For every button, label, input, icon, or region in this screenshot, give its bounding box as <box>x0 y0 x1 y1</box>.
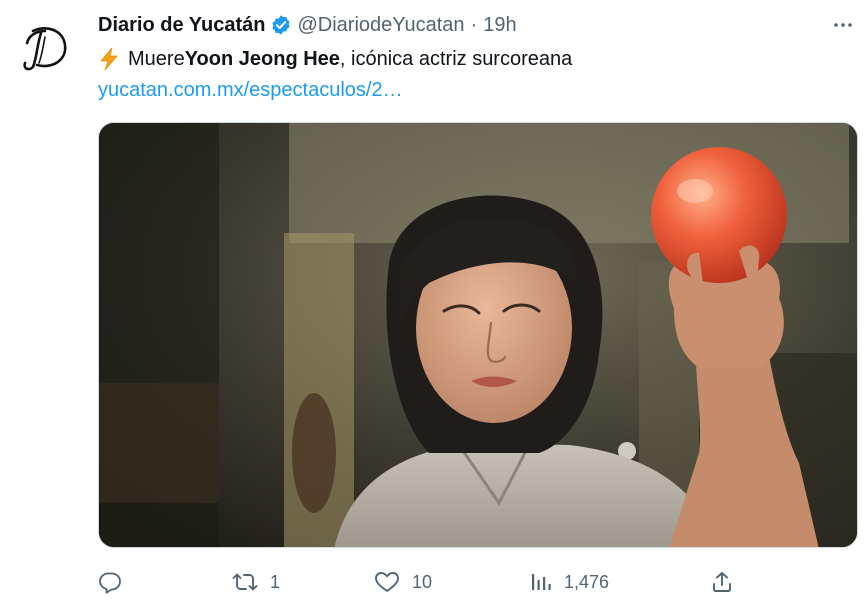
more-options-button[interactable] <box>830 12 856 38</box>
tweet-photo[interactable] <box>98 122 858 548</box>
tweet-text-part2: , icónica actriz surcoreana <box>339 47 573 70</box>
tweet-text-part1: Muere <box>128 47 185 70</box>
avatar[interactable] <box>12 14 78 80</box>
heart-icon <box>374 570 400 594</box>
views-icon <box>530 570 552 594</box>
photo-illustration <box>99 123 857 547</box>
like-button[interactable]: 10 <box>374 566 432 598</box>
diario-logo-icon <box>23 27 67 71</box>
views-count: 1,476 <box>564 571 610 592</box>
retweet-icon <box>232 570 258 594</box>
more-icon <box>834 23 852 27</box>
high-voltage-icon <box>98 47 120 71</box>
tweet-card[interactable]: Diario de Yucatán @DiariodeYucatan · 19h… <box>0 0 868 601</box>
tweet-header: Diario de Yucatán @DiariodeYucatan · 19h <box>98 10 517 40</box>
display-name[interactable]: Diario de Yucatán <box>98 14 265 37</box>
views-button[interactable]: 1,476 <box>530 566 609 598</box>
verified-badge-icon <box>270 14 292 36</box>
reply-button[interactable] <box>98 566 134 598</box>
separator-dot: · <box>470 13 478 36</box>
author-handle[interactable]: @DiariodeYucatan <box>297 14 464 37</box>
share-button[interactable] <box>710 566 746 598</box>
share-icon <box>710 570 734 594</box>
retweet-button[interactable]: 1 <box>232 566 280 598</box>
action-bar: 1 10 1,476 <box>98 566 838 598</box>
timestamp[interactable]: 19h <box>483 14 516 37</box>
like-count: 10 <box>412 571 433 592</box>
tweet-text: Muere Yoon Jeong Hee , icónica actriz su… <box>98 44 572 74</box>
article-link[interactable]: yucatan.com.mx/espectaculos/2… <box>98 76 403 104</box>
tweet-text-bold: Yoon Jeong Hee <box>184 47 340 70</box>
reply-icon <box>98 570 122 594</box>
retweet-count: 1 <box>270 571 281 592</box>
